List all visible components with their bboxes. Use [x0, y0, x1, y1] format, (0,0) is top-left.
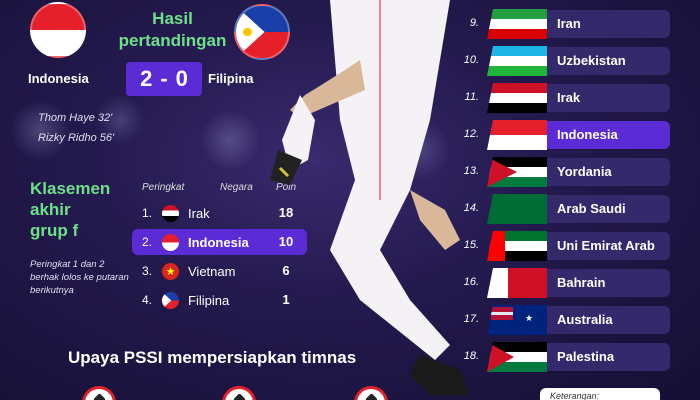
header-points: Poin — [276, 182, 297, 193]
standings-country: Irak — [188, 206, 210, 221]
iraq-flag-icon — [487, 83, 547, 113]
football-icon — [82, 386, 116, 400]
footer-heading: Upaya PSSI mempersiapkan timnas — [68, 348, 357, 367]
standings-points: 1 — [282, 292, 290, 307]
palestine-flag-icon — [487, 342, 547, 372]
ranking-position: 14. — [463, 202, 479, 214]
standings-note: Peringkat 1 dan 2 berhak lolos ke putara… — [30, 259, 129, 296]
ranking-position: 11. — [464, 91, 479, 103]
ranking-country: Arab Saudi — [557, 201, 626, 216]
philippines-flag-icon — [162, 292, 179, 309]
ranking-position: 16. — [463, 276, 479, 288]
ranking-country: Uni Emirat Arab — [557, 238, 655, 253]
away-score: 0 — [175, 66, 188, 91]
bahrain-flag-icon — [487, 268, 547, 298]
standings-title-line3: grup f — [30, 221, 79, 240]
home-score: 2 — [140, 66, 153, 91]
ranking-country: Uzbekistan — [557, 53, 626, 68]
standings-title-line1: Klasemen — [30, 179, 111, 198]
uzbekistan-flag-icon — [487, 46, 547, 76]
standings-points: 6 — [282, 263, 290, 278]
iran-flag-icon — [487, 9, 547, 39]
legend-label: Keterangan: — [540, 388, 660, 400]
ranking-row: 14. Arab Saudi — [455, 194, 670, 224]
standings-row: 1. Irak 18 — [132, 200, 307, 226]
ranking-row: 18. Palestina — [455, 342, 670, 372]
ranking-country: Bahrain — [557, 275, 606, 290]
ranking-row: 10. Uzbekistan — [455, 46, 670, 76]
standings-title-line2: akhir — [30, 200, 71, 219]
ranking-position: 18. — [463, 350, 479, 362]
saudi-flag-icon — [487, 194, 547, 224]
standings-rank: 1. — [142, 206, 153, 220]
ranking-row: 16. Bahrain — [455, 268, 670, 298]
standings-country: Vietnam — [188, 264, 236, 279]
standings-row-highlight: 2. Indonesia 10 — [132, 229, 307, 255]
ranking-country: Yordania — [557, 164, 612, 179]
scorer-1: Thom Haye 32' — [38, 112, 113, 124]
vietnam-flag-icon: ★ — [162, 263, 179, 280]
indonesia-flag-icon — [30, 2, 86, 58]
ranking-country: Palestina — [557, 349, 615, 364]
ranking-row: 9. Iran — [455, 9, 670, 39]
standings-points: 18 — [278, 205, 294, 220]
scorer-2: Rizky Ridho 56' — [38, 132, 115, 144]
australia-flag-icon: ★ — [487, 305, 547, 335]
score-row: Indonesia 2 - 0 Filipina — [28, 62, 268, 96]
scorers-list: Thom Haye 32' Rizky Ridho 56' — [38, 108, 114, 148]
standings-points: 10 — [278, 234, 294, 249]
header-rank: Peringkat — [142, 182, 185, 193]
standings-country: Indonesia — [188, 235, 249, 250]
football-icon — [354, 386, 388, 400]
score-separator: - — [160, 66, 168, 91]
standings-rank: 3. — [142, 264, 153, 278]
match-result-title: Hasil pertandingan — [100, 8, 245, 52]
standings-rank: 2. — [142, 235, 153, 249]
standings-title: Klasemen akhir grup f — [30, 178, 125, 241]
jordan-flag-icon — [487, 157, 547, 187]
ranking-row: 13. Yordania — [455, 157, 670, 187]
ranking-position: 13. — [463, 165, 479, 177]
uae-flag-icon — [487, 231, 547, 261]
ranking-country: Iran — [557, 16, 581, 31]
ranking-row: 11. Irak — [455, 83, 670, 113]
ranking-country: Australia — [557, 312, 613, 327]
ranking-position: 9. — [469, 17, 479, 29]
header-country: Negara — [220, 182, 253, 193]
match-title-line1: Hasil — [152, 9, 193, 28]
ranking-row: 17. ★ Australia — [455, 305, 670, 335]
ranking-position: 17. — [463, 313, 479, 325]
football-icon — [222, 386, 256, 400]
ranking-position: 12. — [463, 128, 479, 140]
indonesia-flag-icon — [162, 234, 179, 251]
standings-row: 4. Filipina 1 — [132, 287, 307, 313]
indonesia-flag-icon — [487, 120, 547, 150]
match-title-line2: pertandingan — [118, 31, 227, 50]
standings-row: 3. ★ Vietnam 6 — [132, 258, 307, 284]
iraq-flag-icon — [162, 205, 179, 222]
standings-rank: 4. — [142, 293, 153, 307]
ranking-position: 10. — [463, 54, 479, 66]
ranking-position: 15. — [463, 239, 479, 251]
home-team-name: Indonesia — [28, 71, 89, 86]
away-team-name: Filipina — [208, 71, 254, 86]
score-box: 2 - 0 — [126, 62, 202, 96]
ranking-row-highlight: 12. Indonesia — [455, 120, 670, 150]
ranking-row: 15. Uni Emirat Arab — [455, 231, 670, 261]
standings-country: Filipina — [188, 293, 230, 308]
ranking-country: Irak — [557, 90, 581, 105]
ranking-country: Indonesia — [557, 127, 618, 142]
